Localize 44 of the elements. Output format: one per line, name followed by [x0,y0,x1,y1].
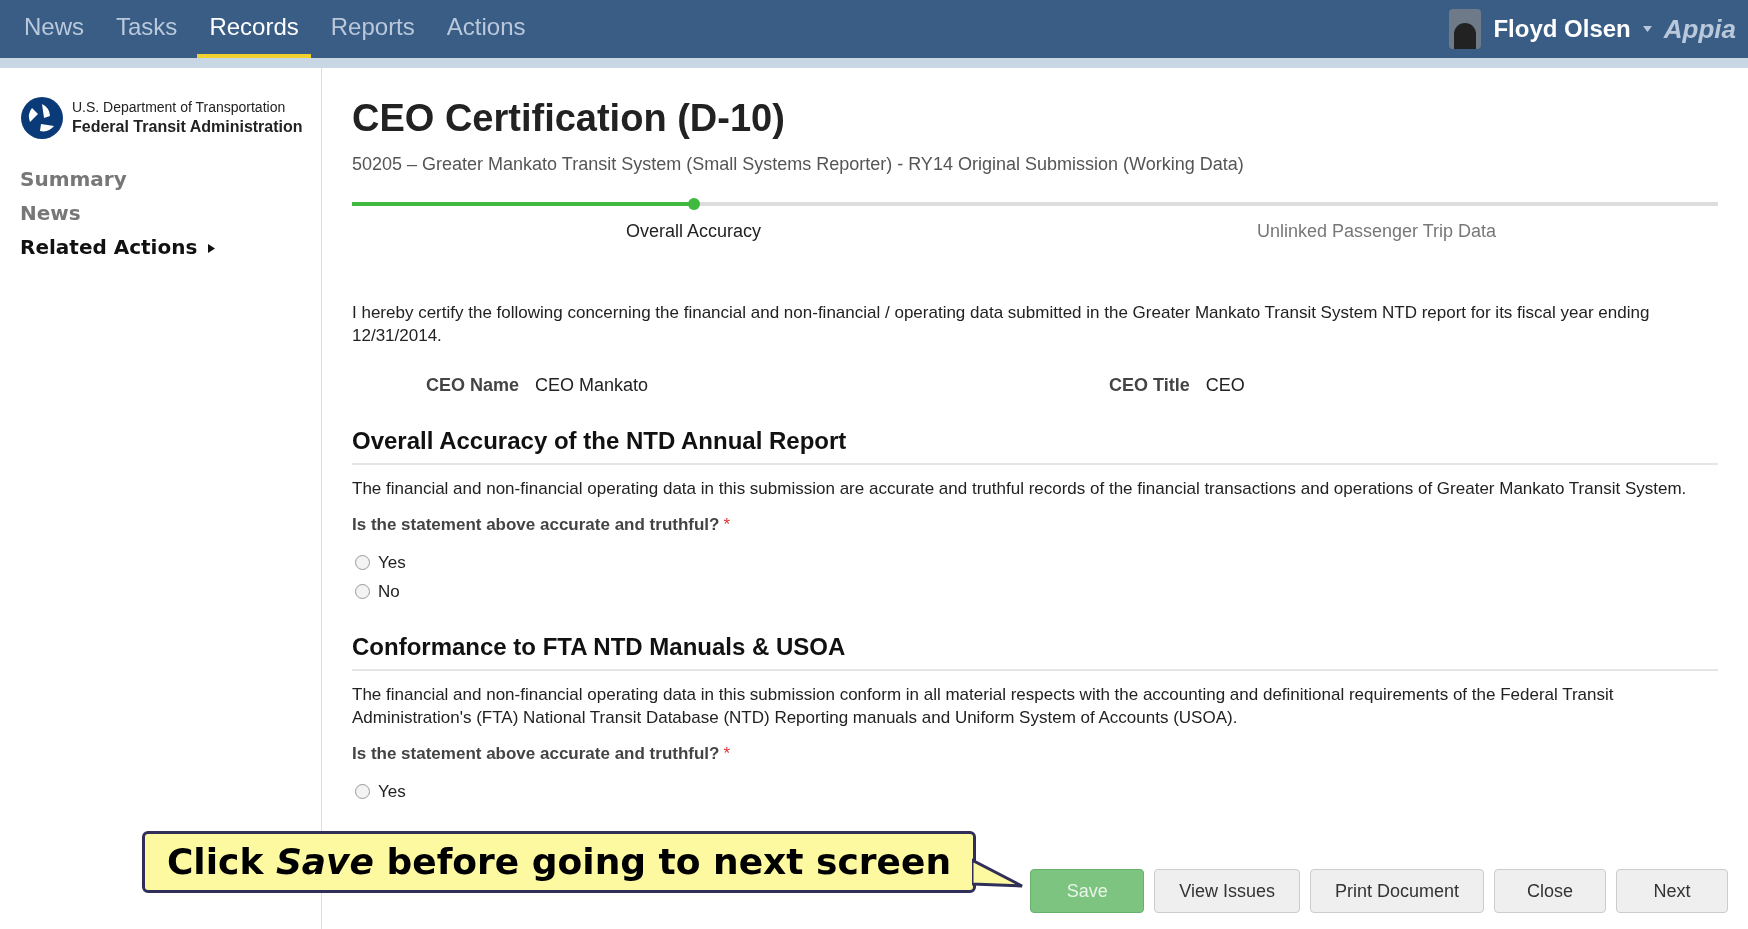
required-mark: * [723,514,731,537]
field-value: CEO Mankato [535,373,649,397]
sidebar-link[interactable]: Summary [20,164,127,194]
nav-tab[interactable]: Actions [434,0,538,58]
nav-tab[interactable]: Reports [318,0,427,58]
nav-tab[interactable]: News [12,0,96,58]
field-value: CEO [1205,373,1245,397]
brand-logo: Appia [1663,12,1736,46]
page-subtitle: 50205 – Greater Mankato Transit System (Small Systems Reporter) - RY14 Original Submission (Working Data) [352,153,1245,176]
question-label: Is the statement above accurate and truthful? [352,514,720,537]
question-label: Is the statement above accurate and truthful? [352,743,720,766]
user-menu[interactable]: Floyd Olsen [1493,11,1631,47]
radio-label: No [378,581,400,604]
avatar-silhouette-icon [1449,9,1482,49]
progress-step: Overall Accuracy [625,218,761,245]
progress-step: Unlinked Passenger Trip Data [1256,218,1497,245]
logo-text: U.S. Department of Transportation [72,99,287,117]
transit-logo-icon [20,96,64,140]
radio-button[interactable] [355,554,370,570]
action-button[interactable]: Close [1494,869,1606,913]
caret-down-icon [1642,26,1652,32]
sidebar-link[interactable]: News [20,198,81,228]
sidebar-menu-link[interactable]: Related Actions [20,232,216,262]
action-button[interactable]: Next [1616,869,1728,913]
section-heading: Overall Accuracy of the NTD Annual Report [352,422,1718,465]
intro-text: I hereby certify the following concerning the financial and non-financial / operating data submitted in the Greater Mankato Transit System NTD report for its fiscal year ending 12/31/2014. [352,302,1651,348]
field-label: CEO Name [426,373,520,397]
action-button[interactable]: View Issues [1154,869,1300,913]
section-heading: Conformance to FTA NTD Manuals & USOA [352,628,1718,671]
radio-label: Yes [378,780,406,803]
section-text: The financial and non-financial operating data in this submission conform in all material respects with the accounting and definitional requirements of the Federal Transit Administration's (FTA) National Transit Database (NTD) Reporting manuals and Uniform System of Accounts (USOA). [352,683,1615,729]
page-title: CEO Certification (D-10) [352,96,786,141]
nav-tab[interactable]: Tasks [104,0,190,58]
field-label: CEO Title [1109,373,1190,397]
caret-right-icon [208,244,216,253]
action-button[interactable]: Print Document [1309,869,1484,913]
logo-text: Federal Transit Administration [72,116,303,137]
section-text: The financial and non-financial operating data in this submission are accurate and truthful records of the financial transactions and operations of Greater Mankato Transit System. [352,477,1688,500]
nav-tab[interactable]: Records [197,0,311,58]
callout-text: Click Save before going to next screen [166,840,952,884]
radio-label: Yes [378,551,406,574]
radio-button[interactable] [355,584,370,600]
required-mark: * [723,743,731,766]
radio-button[interactable] [355,784,370,800]
